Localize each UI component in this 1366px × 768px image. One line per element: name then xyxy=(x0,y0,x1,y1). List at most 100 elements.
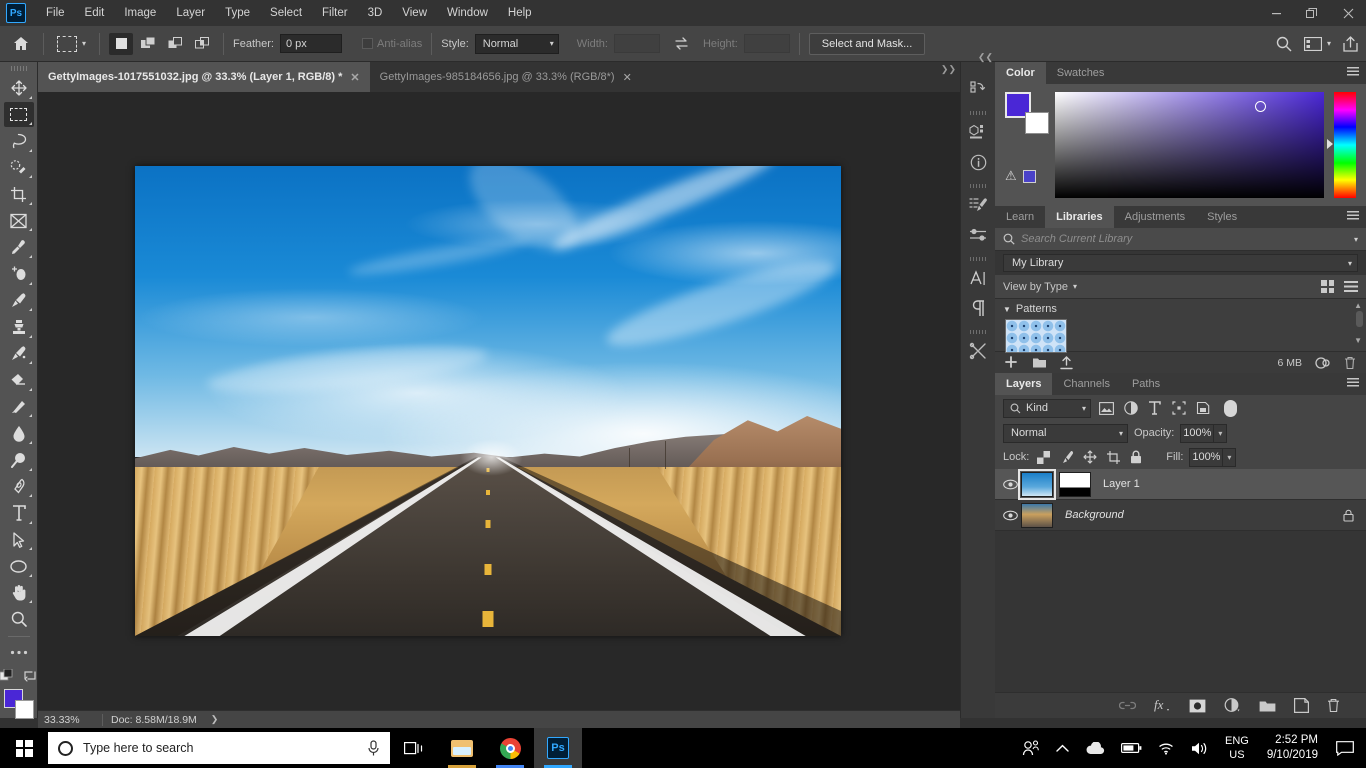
panel-menu-icon[interactable] xyxy=(1347,67,1359,77)
quick-selection-tool[interactable] xyxy=(4,155,34,181)
3d-icon[interactable] xyxy=(964,117,992,147)
tab-document-1[interactable]: GettyImages-1017551032.jpg @ 33.3% (Laye… xyxy=(38,62,370,92)
notification-icon[interactable] xyxy=(1328,740,1366,756)
zoom-tool[interactable] xyxy=(4,606,34,632)
blend-mode-select[interactable]: Normal ▾ xyxy=(1003,423,1128,443)
google-chrome-button[interactable] xyxy=(486,728,534,768)
tab-learn[interactable]: Learn xyxy=(995,206,1046,228)
layer-mask-thumbnail[interactable] xyxy=(1059,471,1091,497)
feather-input[interactable]: 0 px xyxy=(279,34,342,53)
tab-paths[interactable]: Paths xyxy=(1120,373,1172,395)
layer-row-layer-1[interactable]: Layer 1 xyxy=(995,468,1366,500)
opacity-stepper-icon[interactable]: ▾ xyxy=(1214,423,1228,443)
volume-icon[interactable] xyxy=(1183,741,1217,756)
library-search-row[interactable]: Search Current Library ▾ xyxy=(995,228,1366,251)
crop-tool[interactable] xyxy=(4,181,34,207)
minimize-button[interactable] xyxy=(1258,0,1294,26)
character-icon[interactable] xyxy=(964,263,992,293)
menu-image[interactable]: Image xyxy=(114,3,166,23)
menu-edit[interactable]: Edit xyxy=(75,3,115,23)
wifi-icon[interactable] xyxy=(1150,741,1183,755)
tab-styles[interactable]: Styles xyxy=(1196,206,1249,228)
layer-filter-kind-select[interactable]: Kind ▾ xyxy=(1003,398,1091,418)
search-input-placeholder[interactable]: Type here to search xyxy=(83,741,357,755)
dodge-tool[interactable] xyxy=(4,447,34,473)
brush-tool[interactable] xyxy=(4,288,34,314)
filter-toggle-switch[interactable] xyxy=(1224,399,1237,417)
tab-adjustments[interactable]: Adjustments xyxy=(1113,206,1197,228)
layer-style-icon[interactable]: fx xyxy=(1154,698,1171,713)
background-color-swatch[interactable] xyxy=(1025,112,1049,134)
horizontal-type-tool[interactable] xyxy=(4,500,34,526)
close-icon[interactable]: ✕ xyxy=(623,71,632,84)
hue-slider-marker[interactable] xyxy=(1327,138,1333,149)
lock-transparent-pixels-icon[interactable] xyxy=(1035,449,1052,466)
subtract-from-selection-button[interactable] xyxy=(163,33,187,55)
home-icon[interactable] xyxy=(8,32,34,56)
chevron-down-icon[interactable]: ▾ xyxy=(1354,235,1358,244)
layer-name[interactable]: Layer 1 xyxy=(1103,478,1140,490)
tab-layers[interactable]: Layers xyxy=(995,373,1053,395)
color-gradient-field[interactable] xyxy=(1055,92,1324,198)
clone-stamp-tool[interactable] xyxy=(4,314,34,340)
menu-view[interactable]: View xyxy=(392,3,437,23)
search-icon[interactable] xyxy=(1276,36,1292,52)
height-input[interactable] xyxy=(743,34,790,53)
path-selection-tool[interactable] xyxy=(4,527,34,553)
close-button[interactable] xyxy=(1330,0,1366,26)
pen-tool[interactable] xyxy=(4,474,34,500)
add-to-selection-button[interactable] xyxy=(136,33,160,55)
delete-layer-icon[interactable] xyxy=(1327,698,1340,713)
panel-menu-icon[interactable] xyxy=(1347,211,1359,221)
people-icon[interactable] xyxy=(1014,739,1048,757)
library-selector[interactable]: My Library ▾ xyxy=(1003,254,1358,272)
scroll-down-icon[interactable]: ▼ xyxy=(1354,336,1362,345)
select-and-mask-button[interactable]: Select and Mask... xyxy=(808,32,926,55)
fill-stepper-icon[interactable]: ▾ xyxy=(1223,447,1237,467)
brush-settings-icon[interactable] xyxy=(964,220,992,250)
tab-color[interactable]: Color xyxy=(995,62,1046,84)
spot-healing-brush-tool[interactable] xyxy=(4,261,34,287)
toolbar-grip[interactable] xyxy=(10,66,27,71)
intersect-with-selection-button[interactable] xyxy=(190,33,214,55)
zoom-level[interactable]: 33.33% xyxy=(38,714,94,726)
onedrive-icon[interactable] xyxy=(1077,741,1113,755)
layer-thumbnail[interactable] xyxy=(1018,468,1056,500)
frame-tool[interactable] xyxy=(4,208,34,234)
canvas-area[interactable] xyxy=(38,92,960,710)
new-layer-icon[interactable] xyxy=(1294,698,1309,713)
task-view-button[interactable] xyxy=(390,728,438,768)
tools-icon[interactable] xyxy=(964,336,992,366)
eraser-tool[interactable] xyxy=(4,367,34,393)
width-input[interactable] xyxy=(613,34,660,53)
status-expand-icon[interactable]: ❯ xyxy=(211,714,219,725)
patterns-group-header[interactable]: ▼ Patterns xyxy=(995,299,1366,319)
tool-preset-picker[interactable]: ▾ xyxy=(53,34,90,54)
ellipse-tool[interactable] xyxy=(4,553,34,579)
gradient-tool[interactable] xyxy=(4,394,34,420)
type-layer-filter-icon[interactable] xyxy=(1146,400,1163,417)
taskbar-search-box[interactable]: Type here to search xyxy=(48,732,390,764)
blur-tool[interactable] xyxy=(4,420,34,446)
eyedropper-tool[interactable] xyxy=(4,234,34,260)
language-indicator[interactable]: ENG US xyxy=(1217,734,1257,762)
history-brush-tool[interactable] xyxy=(4,341,34,367)
file-explorer-button[interactable] xyxy=(438,728,486,768)
style-select[interactable]: Normal ▾ xyxy=(474,33,559,54)
color-swatches[interactable] xyxy=(3,688,34,719)
new-selection-button[interactable] xyxy=(109,32,134,55)
tab-swatches[interactable]: Swatches xyxy=(1045,62,1116,84)
lasso-tool[interactable] xyxy=(4,128,34,154)
background-color-swatch[interactable] xyxy=(14,699,34,719)
info-icon[interactable] xyxy=(964,147,992,177)
out-of-gamut-warning-icon[interactable]: ⚠ xyxy=(1005,168,1017,184)
hand-tool[interactable] xyxy=(4,580,34,606)
lock-all-icon[interactable] xyxy=(1127,449,1144,466)
lock-artboard-icon[interactable] xyxy=(1104,449,1121,466)
hue-slider[interactable] xyxy=(1327,92,1356,198)
paragraph-icon[interactable] xyxy=(964,293,992,323)
workspace-switcher[interactable]: ▾ xyxy=(1303,36,1331,51)
menu-filter[interactable]: Filter xyxy=(312,3,358,23)
adjustment-layer-filter-icon[interactable] xyxy=(1122,400,1139,417)
color-panel-swatches[interactable] xyxy=(1005,92,1051,134)
